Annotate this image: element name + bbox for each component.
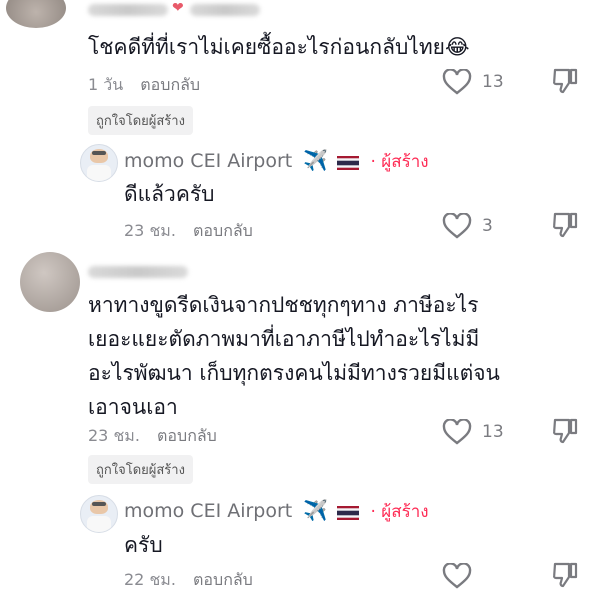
commenter-name-blurred[interactable] [88, 266, 188, 278]
liked-by-creator-badge: ถูกใจโดยผู้สร้าง [88, 106, 193, 135]
like-count: 13 [482, 72, 504, 92]
reply-time: 23 ชม. [124, 221, 176, 240]
commenter-avatar[interactable] [20, 252, 80, 312]
comment-time: 1 วัน [88, 75, 124, 94]
dislike-button[interactable] [552, 67, 578, 95]
author-header: momo CEI Airport ✈️ · ผู้สร้าง [124, 498, 429, 525]
heart-emoji-icon: ❤ [172, 0, 184, 16]
reply-time: 22 ชม. [124, 570, 176, 589]
like-count: 13 [482, 422, 504, 442]
comment-meta: 23 ชม. ตอบกลับ [88, 424, 217, 449]
thai-flag-icon [337, 152, 364, 171]
dislike-button[interactable] [552, 211, 578, 239]
reply-text: ครับ [124, 533, 163, 557]
comment-text: โชคดีที่ที่เราไม่เคยซื้ออะไรก่อนกลับไทย😂 [88, 35, 470, 59]
commenter-name-blurred[interactable] [88, 4, 168, 16]
reply-button[interactable]: ตอบกลับ [140, 75, 200, 94]
like-count: 3 [482, 216, 493, 236]
like-button[interactable] [442, 563, 472, 589]
commenter-avatar[interactable] [6, 0, 66, 28]
author-header: momo CEI Airport ✈️ · ผู้สร้าง [124, 148, 429, 175]
heart-outline-icon [442, 69, 472, 95]
like-button[interactable]: 13 [442, 419, 504, 445]
comment-line: เยอะแยะตัดภาพมาที่เอาภาษีไปทำอะไรไม่มี [88, 327, 480, 351]
comment-line: หาทางขูดรีดเงินจากปชชทุกๆทาง ภาษีอะไร [88, 293, 479, 317]
creator-label: · ผู้สร้าง [370, 502, 429, 522]
heart-outline-icon [442, 419, 472, 445]
like-button[interactable]: 13 [442, 69, 504, 95]
heart-outline-icon [442, 213, 472, 239]
author-name[interactable]: momo CEI Airport [124, 500, 292, 522]
like-button[interactable]: 3 [442, 213, 493, 239]
author-name[interactable]: momo CEI Airport [124, 150, 292, 172]
liked-by-creator-badge: ถูกใจโดยผู้สร้าง [88, 455, 193, 484]
dislike-button[interactable] [552, 561, 578, 589]
reply-button[interactable]: ตอบกลับ [157, 426, 217, 445]
thumbs-down-icon [553, 68, 578, 94]
thai-flag-icon [337, 502, 364, 521]
reply-button[interactable]: ตอบกลับ [193, 570, 253, 589]
dislike-button[interactable] [552, 417, 578, 445]
thumbs-down-icon [553, 562, 578, 588]
heart-outline-icon [442, 563, 472, 589]
reply-text: ดีแล้วครับ [124, 182, 215, 206]
author-avatar[interactable] [80, 495, 118, 533]
comment-line: อะไรพัฒนา เก็บทุกตรงคนไม่มีทางรวยมีแต่จน [88, 361, 500, 385]
comment-meta: 1 วัน ตอบกลับ [88, 73, 200, 98]
reply-meta: 22 ชม. ตอบกลับ [124, 568, 253, 593]
airplane-icon: ✈️ [303, 498, 329, 522]
comment-text: หาทางขูดรีดเงินจากปชชทุกๆทาง ภาษีอะไร เย… [88, 288, 500, 424]
airplane-icon: ✈️ [303, 148, 329, 172]
comment-time: 23 ชม. [88, 426, 140, 445]
thumbs-down-icon [553, 212, 578, 238]
commenter-name-blurred-2 [190, 4, 260, 16]
thumbs-down-icon [553, 418, 578, 444]
comment-line: เอาจนเอา [88, 395, 178, 419]
reply-button[interactable]: ตอบกลับ [193, 221, 253, 240]
author-avatar[interactable] [80, 144, 118, 182]
creator-label: · ผู้สร้าง [370, 152, 429, 172]
reply-meta: 23 ชม. ตอบกลับ [124, 219, 253, 244]
